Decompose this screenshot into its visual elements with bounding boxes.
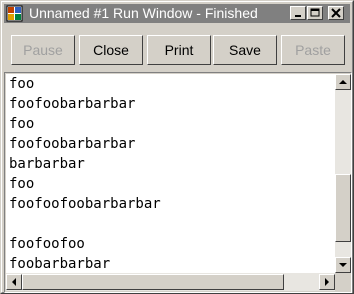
arrow-down-icon [339, 263, 347, 267]
output-line: foofoofoo [9, 236, 85, 252]
output-line: foofoobarbarbar [9, 96, 136, 112]
output-pane: foo foofoobarbarbar foo foofoobarbarbar … [4, 72, 352, 293]
arrow-up-icon [339, 80, 347, 84]
vertical-scrollbar[interactable] [335, 74, 351, 273]
output-line: foo [9, 116, 35, 132]
scroll-down-button[interactable] [335, 257, 351, 273]
scroll-up-button[interactable] [335, 74, 351, 90]
scroll-right-button[interactable] [319, 274, 335, 290]
maximize-button[interactable] [307, 6, 323, 20]
paste-button[interactable]: Paste [281, 35, 345, 65]
close-button[interactable]: Close [79, 35, 143, 65]
output-line: foofoofoobarbarbar [9, 196, 161, 212]
app-icon[interactable] [6, 5, 23, 22]
close-window-button[interactable] [328, 6, 344, 20]
output-line: foo [9, 76, 35, 92]
minimize-icon [295, 15, 301, 17]
output-line: foo [9, 176, 35, 192]
save-button[interactable]: Save [213, 35, 277, 65]
pause-button[interactable]: Pause [11, 35, 75, 65]
output-line: foofoobarbarbar [9, 136, 136, 152]
close-icon [331, 8, 341, 18]
print-button[interactable]: Print [147, 35, 211, 65]
horizontal-scrollbar[interactable] [6, 273, 335, 291]
arrow-left-icon [12, 278, 16, 286]
maximize-icon [310, 8, 320, 17]
title-bar[interactable]: Unnamed #1 Run Window - Finished [4, 4, 350, 23]
output-line: foobarbarbar [9, 256, 111, 272]
output-text-area[interactable]: foo foofoobarbarbar foo foofoobarbarbar … [6, 74, 335, 273]
vertical-scroll-thumb[interactable] [335, 174, 351, 242]
window-title: Unnamed #1 Run Window - Finished [29, 6, 258, 21]
scrollbar-corner [335, 273, 351, 291]
output-line: barbarbar [9, 156, 85, 172]
run-window: Unnamed #1 Run Window - Finished Pause C… [0, 0, 354, 294]
horizontal-scroll-thumb[interactable] [22, 274, 284, 290]
minimize-button[interactable] [290, 6, 306, 20]
arrow-right-icon [325, 278, 329, 286]
scroll-left-button[interactable] [6, 274, 22, 290]
